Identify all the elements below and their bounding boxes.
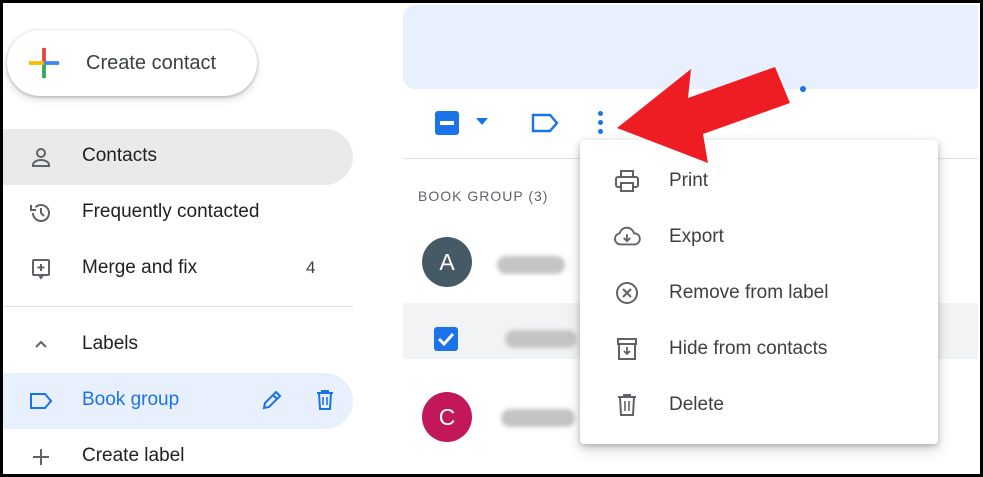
create-contact-button[interactable]: Create contact [7,30,257,96]
select-options-caret-icon[interactable] [476,118,488,125]
select-all-checkbox[interactable] [435,111,459,135]
contacts-app-window: Create contact Contacts Frequently conta… [3,3,980,474]
group-header: BOOK GROUP (3) [418,188,549,204]
archive-icon [613,335,641,363]
avatar: A [422,237,472,287]
sidebar-item-frequently-contacted[interactable]: Frequently contacted [3,185,353,241]
label-icon [27,387,55,415]
edit-label-icon[interactable] [260,388,284,417]
menu-item-export[interactable]: Export [580,208,938,264]
redacted-name [501,409,575,427]
avatar: C [422,392,472,442]
menu-item-label: Export [669,226,724,247]
create-contact-label: Create contact [86,52,217,74]
check-icon [437,332,455,347]
create-label-text: Create label [82,445,185,466]
sidebar-item-label: Contacts [82,145,157,166]
sidebar-item-merge-and-fix[interactable]: Merge and fix 4 [3,241,353,297]
sidebar-item-book-group[interactable]: Book group [3,373,353,429]
merge-count-badge: 4 [306,258,316,277]
chevron-up-icon [27,331,55,359]
delete-label-icon[interactable] [313,388,337,417]
red-arrow-annotation [617,67,790,163]
history-icon [27,199,55,227]
menu-item-delete[interactable]: Delete [580,376,938,432]
redacted-name [505,330,577,348]
trash-icon [613,391,641,419]
cloud-download-icon [613,223,641,251]
sidebar-item-label: Frequently contacted [82,201,260,222]
create-label-button[interactable]: Create label [3,429,353,474]
menu-item-label: Delete [669,394,724,415]
manage-labels-icon[interactable] [530,111,560,140]
plus-icon [28,47,60,79]
person-icon [27,143,55,171]
menu-item-remove-from-label[interactable]: Remove from label [580,264,938,320]
sidebar-item-label: Merge and fix [82,257,198,278]
sidebar-divider [3,306,353,307]
row-checkbox[interactable] [434,327,458,351]
banner-dot [800,86,806,92]
menu-item-label: Hide from contacts [669,338,828,359]
menu-item-label: Remove from label [669,282,829,303]
more-actions-menu: Print Export Remove from label Hide from… [580,140,938,444]
remove-circle-icon [613,279,641,307]
menu-item-hide-from-contacts[interactable]: Hide from contacts [580,320,938,376]
sidebar-item-contacts[interactable]: Contacts [3,129,353,185]
sidebar-item-label: Book group [82,389,180,410]
labels-section-toggle[interactable]: Labels [3,317,353,373]
merge-icon [27,255,55,283]
add-icon [27,443,55,471]
redacted-name [497,256,565,274]
labels-header: Labels [82,333,138,354]
